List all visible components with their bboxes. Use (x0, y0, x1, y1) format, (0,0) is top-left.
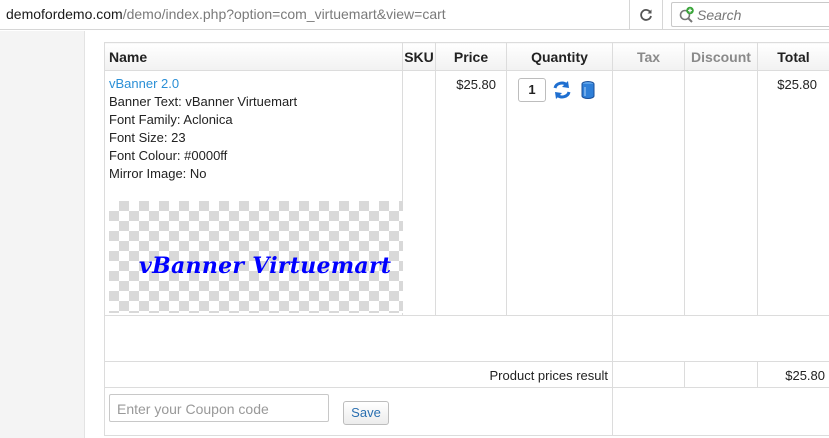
save-coupon-button[interactable]: Save (343, 401, 389, 425)
item-total: $25.80 (757, 70, 829, 316)
header-price: Price (435, 42, 507, 71)
product-link[interactable]: vBanner 2.0 (109, 76, 179, 91)
browser-address-bar: demofordemo.com/demo/index.php?option=co… (0, 0, 829, 30)
url-field[interactable]: demofordemo.com/demo/index.php?option=co… (6, 6, 446, 22)
header-total: Total (757, 42, 829, 71)
prices-result-row: Product prices result $25.80 (104, 361, 829, 388)
cart-header-row: Name SKU Price Quantity Tax Discount Tot… (104, 42, 829, 71)
refresh-icon (640, 8, 652, 21)
item-sku-cell (402, 70, 436, 316)
url-path: /demo/index.php?option=com_virtuemart&vi… (122, 6, 446, 22)
banner-preview-text: vBanner Virtuemart (139, 253, 392, 279)
quantity-input[interactable]: 1 (518, 78, 546, 102)
header-sku: SKU (402, 42, 436, 71)
item-quantity-cell: 1 (506, 70, 613, 316)
spacer-cell (104, 315, 613, 362)
product-detail-font-family: Font Family: Aclonica (109, 112, 233, 127)
product-detail-font-colour: Font Colour: #0000ff (109, 148, 228, 163)
product-detail-banner-text: Banner Text: vBanner Virtuemart (109, 94, 298, 109)
product-detail-mirror-image: Mirror Image: No (109, 166, 207, 181)
spacer-cell-right (612, 315, 829, 362)
product-detail-font-size: Font Size: 23 (109, 130, 186, 145)
spacer-row (104, 315, 829, 362)
header-discount: Discount (684, 42, 758, 71)
item-discount-cell (684, 70, 758, 316)
update-quantity-icon[interactable] (552, 80, 572, 100)
item-price: $25.80 (435, 70, 507, 316)
refresh-button[interactable] (629, 0, 663, 29)
header-name: Name (104, 42, 403, 71)
banner-preview-image: vBanner Virtuemart (109, 201, 403, 313)
prices-result-discount (684, 361, 758, 388)
prices-result-tax (612, 361, 685, 388)
search-add-icon (679, 6, 694, 23)
cart-item-row: vBanner 2.0 Banner Text: vBanner Virtuem… (104, 70, 829, 316)
prices-result-total: $25.80 (757, 361, 829, 388)
header-quantity: Quantity (506, 42, 613, 71)
item-name-cell: vBanner 2.0 Banner Text: vBanner Virtuem… (104, 70, 403, 316)
url-host: demofordemo.com (6, 6, 123, 22)
coupon-cell-right (612, 387, 829, 436)
cart-table: Name SKU Price Quantity Tax Discount Tot… (104, 42, 829, 436)
coupon-placeholder: Enter your Coupon code (117, 401, 269, 417)
search-placeholder: Search (697, 7, 742, 23)
prices-result-label: Product prices result (104, 361, 613, 388)
search-box[interactable]: Search (671, 2, 829, 27)
header-tax: Tax (612, 42, 685, 71)
coupon-code-input[interactable]: Enter your Coupon code (109, 394, 329, 422)
delete-item-icon[interactable] (578, 80, 598, 100)
item-tax-cell (612, 70, 685, 316)
